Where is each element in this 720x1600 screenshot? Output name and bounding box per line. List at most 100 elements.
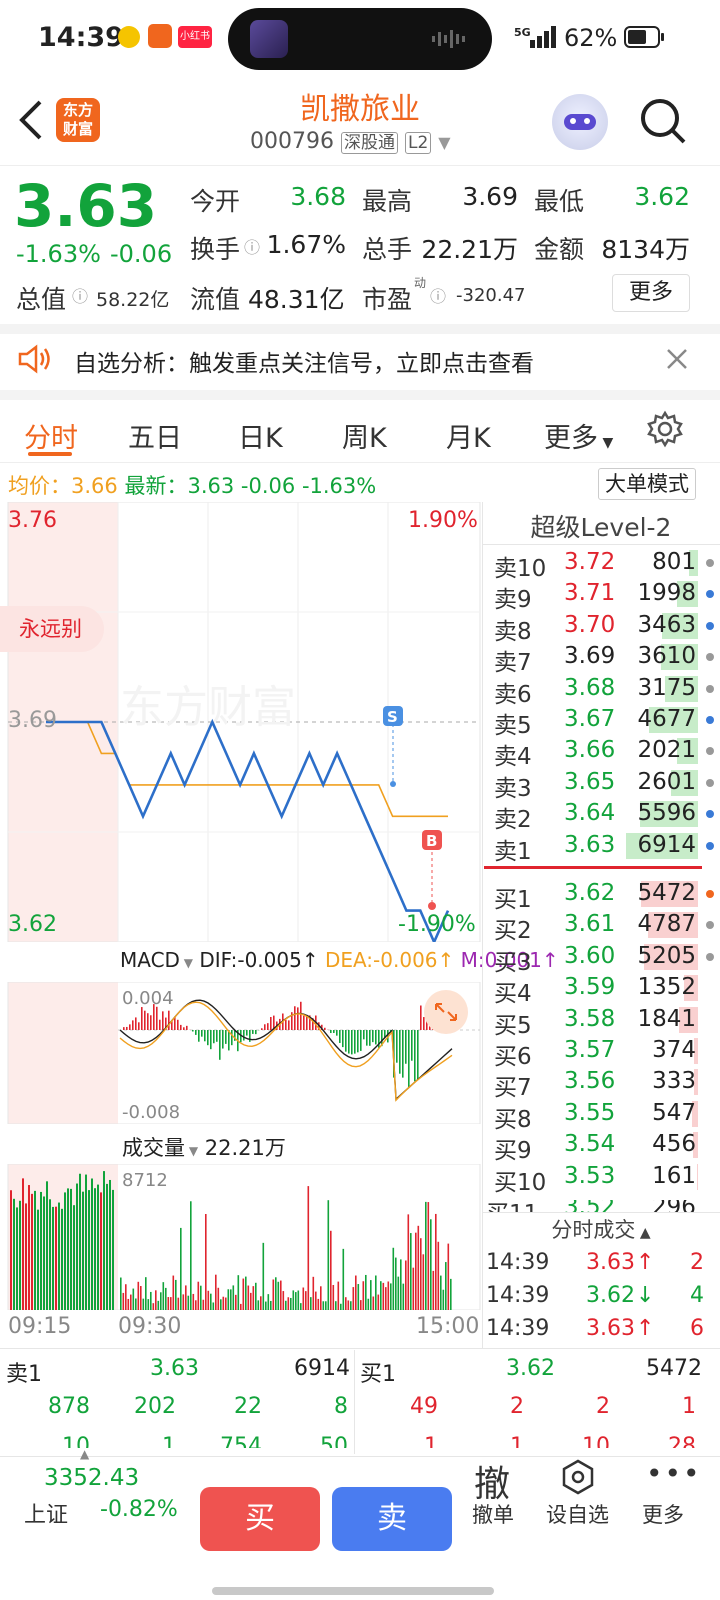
- bid-row[interactable]: 买7 3.56 333: [494, 1066, 720, 1101]
- ask-volume: 2021: [637, 737, 696, 764]
- add-watchlist-icon[interactable]: [560, 1459, 596, 1495]
- ask-price: 3.67: [564, 706, 616, 732]
- cancel-order-label[interactable]: 撤单: [472, 1499, 514, 1529]
- sell-button[interactable]: 卖: [332, 1487, 452, 1551]
- bid-row[interactable]: 买9 3.54 456: [494, 1129, 720, 1164]
- tab-five-day[interactable]: 五日: [128, 416, 182, 455]
- bid-row[interactable]: 买4 3.59 1352: [494, 972, 720, 1007]
- xiaohongshu-icon: 小红书: [178, 26, 212, 48]
- ask-row[interactable]: 卖7 3.69 3610: [494, 641, 720, 676]
- macd-bottom: -0.008: [122, 1102, 181, 1123]
- ask-row[interactable]: 卖5 3.67 4677: [494, 704, 720, 739]
- bid-level: 买10: [494, 1169, 547, 1196]
- pct-top: 1.90%: [408, 508, 478, 533]
- bid-row[interactable]: 买5 3.58 1841: [494, 1004, 720, 1039]
- ask-row[interactable]: 卖1 3.63 6914: [494, 830, 720, 865]
- high-label: 最高: [362, 187, 413, 216]
- bid-price: 3.55: [564, 1099, 616, 1126]
- index-name: 上证: [24, 1503, 69, 1528]
- bid-row[interactable]: 买1 3.62 5472: [494, 878, 720, 913]
- tick-row: 14:39 3.63 ↑ 6: [486, 1316, 704, 1341]
- queue-cell: 202: [134, 1394, 176, 1419]
- speaker-icon: [18, 344, 50, 374]
- tab-intraday[interactable]: 分时: [24, 416, 78, 455]
- tab-more[interactable]: 更多 ▼: [544, 416, 613, 455]
- info-icon[interactable]: ⓘ: [244, 234, 260, 258]
- ask-row[interactable]: 卖10 3.72 801: [494, 547, 720, 582]
- bottom-toolbar: ▲ 3352.43 上证 -0.82% 买 卖 撤 撤单 设自选 ••• 更多: [0, 1447, 720, 1600]
- queue-cell: 1: [510, 1434, 524, 1448]
- intraday-chart[interactable]: 东方财富 S B: [0, 502, 482, 942]
- ask-row[interactable]: 卖3 3.65 2601: [494, 767, 720, 802]
- mcap-value: 58.22亿: [96, 289, 170, 311]
- queue-cell: 878: [48, 1394, 90, 1419]
- queue-sell-volume: 6914: [294, 1356, 350, 1381]
- queue-buy-label: 买1: [360, 1362, 396, 1387]
- high-value: 3.69: [462, 182, 518, 211]
- info-icon[interactable]: ⓘ: [72, 283, 88, 307]
- tab-daily-k[interactable]: 日K: [238, 416, 283, 455]
- volume-header[interactable]: 成交量 ▼ 22.21万: [122, 1132, 286, 1162]
- media-thumbnail-icon: [250, 20, 288, 58]
- bid-row[interactable]: 买8 3.55 547: [494, 1098, 720, 1133]
- big-order-mode-button[interactable]: 大单模式: [598, 468, 696, 500]
- ask-row[interactable]: 卖9 3.71 1998: [494, 578, 720, 613]
- stock-code-line[interactable]: 000796 深股通 L2 ▼: [250, 128, 451, 154]
- robot-assistant-icon[interactable]: [552, 94, 608, 150]
- ask-row[interactable]: 卖2 3.64 5596: [494, 798, 720, 833]
- buy-button[interactable]: 买: [200, 1487, 320, 1551]
- bid-row[interactable]: 买6 3.57 374: [494, 1035, 720, 1070]
- ask-volume: 3175: [637, 674, 696, 701]
- svg-text:B: B: [426, 832, 437, 850]
- close-icon[interactable]: [666, 348, 688, 370]
- volume-value: 22.21万: [421, 235, 518, 264]
- chart-info-line: 均价：3.66 最新：3.63 -0.06 -1.63%: [8, 474, 377, 498]
- bid-row[interactable]: 买3 3.60 5205: [494, 941, 720, 976]
- order-dot-icon: [706, 810, 714, 819]
- order-dot-icon: [706, 841, 714, 850]
- y-axis-bottom: 3.62: [8, 912, 57, 937]
- more-dots-icon[interactable]: •••: [646, 1457, 702, 1490]
- svg-text:S: S: [387, 708, 398, 726]
- clock: 14:39: [38, 22, 124, 53]
- floating-tag[interactable]: 永远别来: [0, 606, 104, 652]
- more-quote-button[interactable]: 更多: [612, 274, 690, 312]
- amount-label: 金额: [534, 235, 585, 264]
- ask-row[interactable]: 卖6 3.68 3175: [494, 673, 720, 708]
- tab-monthly-k[interactable]: 月K: [446, 416, 491, 455]
- order-dot-icon: [706, 684, 714, 693]
- ask-volume: 4677: [637, 706, 696, 732]
- info-icon[interactable]: ⓘ: [430, 283, 446, 307]
- alert-banner[interactable]: 自选分析：触发重点关注信号，立即点击查看: [0, 334, 720, 390]
- expand-up-icon[interactable]: ▲: [80, 1447, 89, 1461]
- app-notification-icon: [118, 26, 140, 48]
- ask-level: 卖1: [494, 838, 532, 865]
- queue-sell-price: 3.63: [150, 1356, 199, 1381]
- bid-volume: 333: [652, 1068, 696, 1095]
- more-label[interactable]: 更多: [642, 1499, 684, 1529]
- bid-volume: 5205: [637, 942, 696, 969]
- open-value: 3.68: [290, 182, 346, 211]
- order-dot-icon: [706, 890, 714, 898]
- search-icon[interactable]: [638, 96, 688, 146]
- divider: [0, 390, 720, 400]
- float-label: 流值: [190, 285, 241, 314]
- bid-row[interactable]: 买10 3.53 161: [494, 1161, 720, 1196]
- time-end: 15:00: [416, 1314, 480, 1339]
- ask-row[interactable]: 卖8 3.70 3463: [494, 610, 720, 645]
- book-divider: [484, 866, 702, 869]
- bid-price: 3.61: [564, 911, 616, 938]
- add-watchlist-label[interactable]: 设自选: [546, 1499, 609, 1529]
- tab-weekly-k[interactable]: 周K: [342, 416, 387, 455]
- low-label: 最低: [534, 187, 585, 216]
- watermark: 东方财富: [120, 682, 296, 733]
- audio-wave-icon: [432, 30, 465, 48]
- bid-row[interactable]: 买2 3.61 4787: [494, 909, 720, 944]
- bid-volume: 374: [652, 1037, 696, 1063]
- tick-list-title[interactable]: 分时成交 ▲: [482, 1214, 720, 1244]
- ask-row[interactable]: 卖4 3.66 2021: [494, 735, 720, 770]
- settings-gear-icon[interactable]: [646, 410, 684, 448]
- tick-row: 14:39 3.63 ↑ 2: [486, 1250, 704, 1275]
- turnover-value: 1.67%: [266, 230, 346, 259]
- index-value[interactable]: 3352.43: [44, 1465, 139, 1491]
